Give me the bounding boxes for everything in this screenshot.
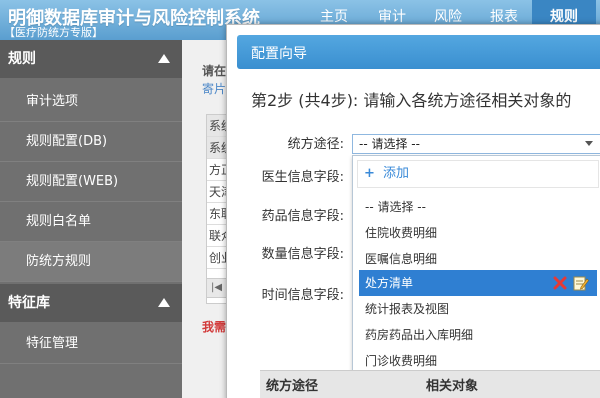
route-dropdown-list: + 添加 -- 请选择 -- 住院收费明细 医嘱信息明细 处方清单 统计报表及视… xyxy=(352,155,600,377)
collapse-triangle-icon[interactable] xyxy=(158,298,170,307)
column-header-route: 统方途径 xyxy=(266,379,319,394)
background-link[interactable]: 寄片 xyxy=(202,80,226,97)
sidebar-item-rules-db[interactable]: 规则配置(DB) xyxy=(0,122,182,162)
route-select-value: -- 请选择 -- xyxy=(359,137,420,151)
sidebar-section-signatures[interactable]: 特征库 xyxy=(0,284,182,322)
dropdown-option[interactable]: -- 请选择 -- xyxy=(359,194,597,220)
dropdown-option-selected[interactable]: 处方清单 xyxy=(359,270,597,296)
warning-text: 我需 xyxy=(202,320,227,334)
drug-field-label: 药品信息字段: xyxy=(261,209,344,224)
quantity-field-label: 数量信息字段: xyxy=(261,247,344,262)
step-instruction: 第2步 (共4步): 请输入各统方途径相关对象的 xyxy=(251,91,572,110)
sidebar-section-rules[interactable]: 规则 xyxy=(0,40,182,78)
route-object-table-header: 统方途径 相关对象 xyxy=(260,370,600,398)
route-select[interactable]: -- 请选择 -- xyxy=(352,134,600,154)
sidebar: 规则 审计选项 规则配置(DB) 规则配置(WEB) 规则白名单 防统方规则 特… xyxy=(0,40,182,398)
sidebar-section-label: 特征库 xyxy=(8,295,50,311)
dropdown-option[interactable]: 医嘱信息明细 xyxy=(359,246,597,272)
sidebar-item-anti-prescription[interactable]: 防统方规则 xyxy=(0,242,182,282)
dropdown-option[interactable]: 统计报表及视图 xyxy=(359,296,597,322)
sidebar-item-audit-options[interactable]: 审计选项 xyxy=(0,82,182,122)
route-field-label: 统方途径: xyxy=(287,137,344,152)
delete-icon[interactable] xyxy=(553,275,567,291)
dialog-title-bar[interactable]: 配置向导 xyxy=(237,35,600,69)
sidebar-item-signature-management[interactable]: 特征管理 xyxy=(0,324,182,364)
add-option-button[interactable]: + 添加 xyxy=(357,160,599,188)
dropdown-option[interactable]: 药房药品出入库明细 xyxy=(359,322,597,348)
app-subtitle: 【医疗防统方专版】 xyxy=(4,26,103,39)
instruction-text: 请在 xyxy=(202,64,227,78)
dropdown-option[interactable]: 住院收费明细 xyxy=(359,220,597,246)
add-option-label: 添加 xyxy=(383,166,410,181)
sidebar-item-whitelist[interactable]: 规则白名单 xyxy=(0,202,182,242)
time-field-label: 时间信息字段: xyxy=(261,288,344,303)
doctor-field-label: 医生信息字段: xyxy=(261,170,344,185)
chevron-down-icon[interactable] xyxy=(585,141,593,146)
edit-icon[interactable] xyxy=(573,275,589,291)
sidebar-item-rules-web[interactable]: 规则配置(WEB) xyxy=(0,162,182,202)
plus-icon: + xyxy=(364,166,375,181)
dialog-title: 配置向导 xyxy=(251,46,307,62)
collapse-triangle-icon[interactable] xyxy=(158,54,170,63)
dropdown-option-label: 处方清单 xyxy=(365,276,414,290)
column-header-object: 相关对象 xyxy=(426,379,479,394)
sidebar-section-label: 规则 xyxy=(8,51,36,67)
